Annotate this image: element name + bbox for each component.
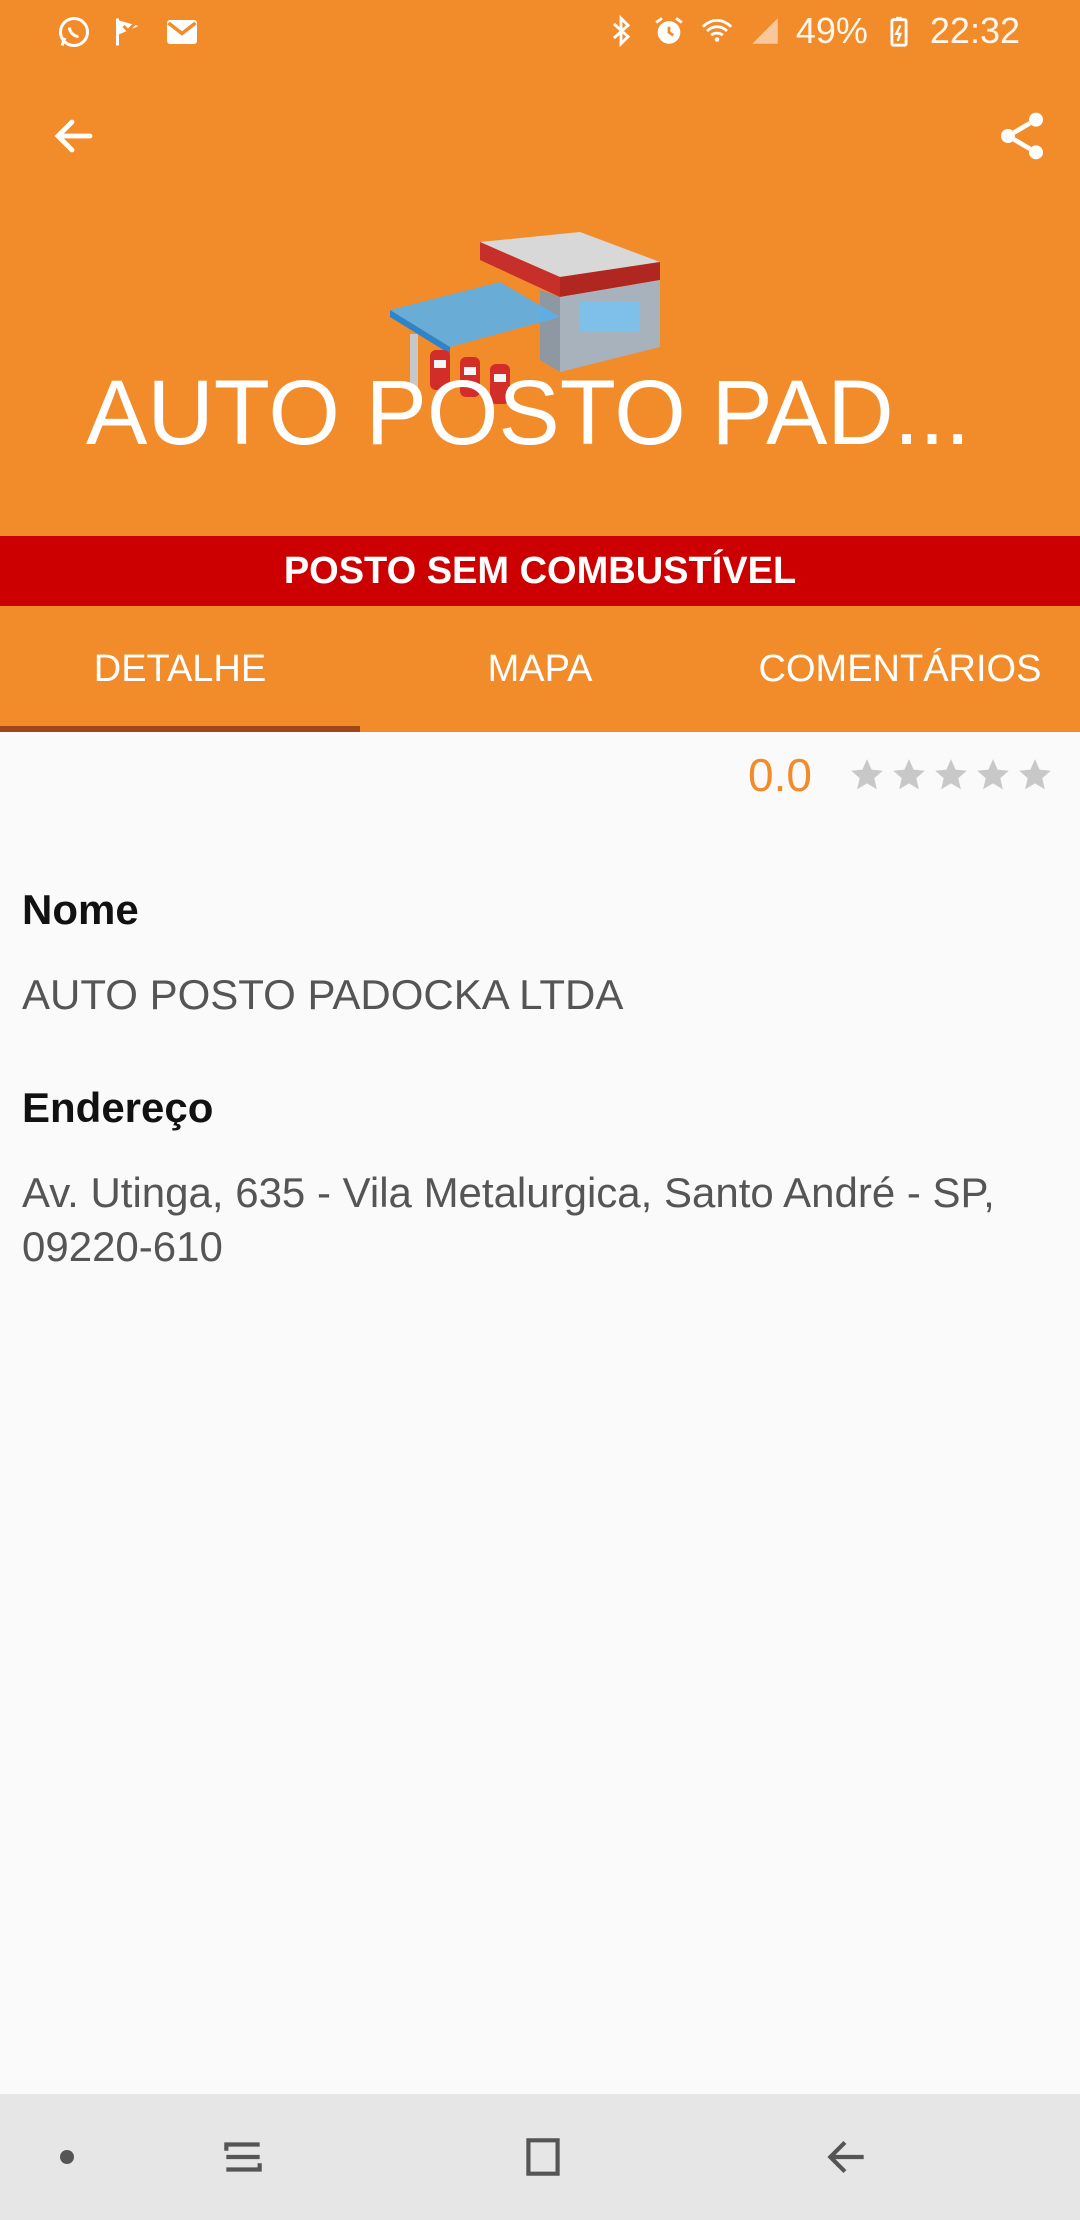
home-button[interactable] xyxy=(508,2122,578,2192)
tab-mapa[interactable]: MAPA xyxy=(360,606,720,732)
nav-back-button[interactable] xyxy=(812,2122,882,2192)
no-fuel-banner: POSTO SEM COMBUSTÍVEL xyxy=(0,536,1080,606)
arrow-left-icon xyxy=(54,119,93,153)
system-status: 49% 22:32 xyxy=(604,10,1020,52)
wifi-icon xyxy=(701,18,733,42)
gmail-icon xyxy=(167,20,197,44)
bluetooth-icon xyxy=(612,14,630,48)
rating: 0.0 xyxy=(748,748,1054,802)
star-icon xyxy=(893,759,925,790)
tab-mapa-label: MAPA xyxy=(487,647,593,690)
dot-icon xyxy=(60,2150,74,2164)
star-icon xyxy=(851,759,883,790)
whatsapp-icon xyxy=(59,17,89,47)
share-button[interactable] xyxy=(986,100,1058,172)
battery-icon xyxy=(890,16,908,47)
recents-button[interactable] xyxy=(208,2122,278,2192)
rating-value: 0.0 xyxy=(748,749,812,801)
rating-stars[interactable] xyxy=(848,756,1054,794)
status-bar: 49% 22:32 xyxy=(0,0,1080,66)
clock: 22:32 xyxy=(929,10,1020,51)
back-icon xyxy=(827,2140,864,2174)
star-icon xyxy=(935,759,967,790)
home-icon xyxy=(526,2138,560,2176)
address-line-1: Av. Utinga, 635 - Vila Metalurgica, Sant… xyxy=(22,1169,995,1216)
address-label: Endereço xyxy=(22,1084,214,1131)
battery-percent: 49% xyxy=(795,10,868,51)
no-fuel-label: POSTO SEM COMBUSTÍVEL xyxy=(283,549,797,592)
tab-comentarios-label: COMENTÁRIOS xyxy=(758,647,1042,690)
app-header: 49% 22:32 AUTO POSTO PAD... xyxy=(0,0,1080,536)
share-icon xyxy=(1001,112,1043,160)
tab-comentarios[interactable]: COMENTÁRIOS xyxy=(720,606,1080,732)
address-line-2: 09220-610 xyxy=(22,1223,223,1270)
nav-dot-button[interactable] xyxy=(32,2122,102,2192)
recents-icon xyxy=(224,2142,262,2172)
tab-bar: DETALHE MAPA COMENTÁRIOS xyxy=(0,606,1080,732)
name-value: AUTO POSTO PADOCKA LTDA xyxy=(22,971,624,1018)
signal-icon xyxy=(752,18,778,44)
notification-icons xyxy=(56,14,200,50)
flag-icon xyxy=(116,18,139,46)
system-nav-bar xyxy=(0,2094,1080,2220)
tab-detalhe-label: DETALHE xyxy=(93,647,267,690)
station-title: AUTO POSTO PAD... xyxy=(86,362,971,464)
tab-detalhe[interactable]: DETALHE xyxy=(0,606,360,732)
name-label: Nome xyxy=(22,886,139,933)
star-icon xyxy=(977,759,1009,790)
back-button[interactable] xyxy=(38,100,110,172)
address-value: Av. Utinga, 635 - Vila Metalurgica, Sant… xyxy=(22,1166,1062,1274)
alarm-icon xyxy=(655,17,683,44)
star-icon xyxy=(1019,759,1051,790)
